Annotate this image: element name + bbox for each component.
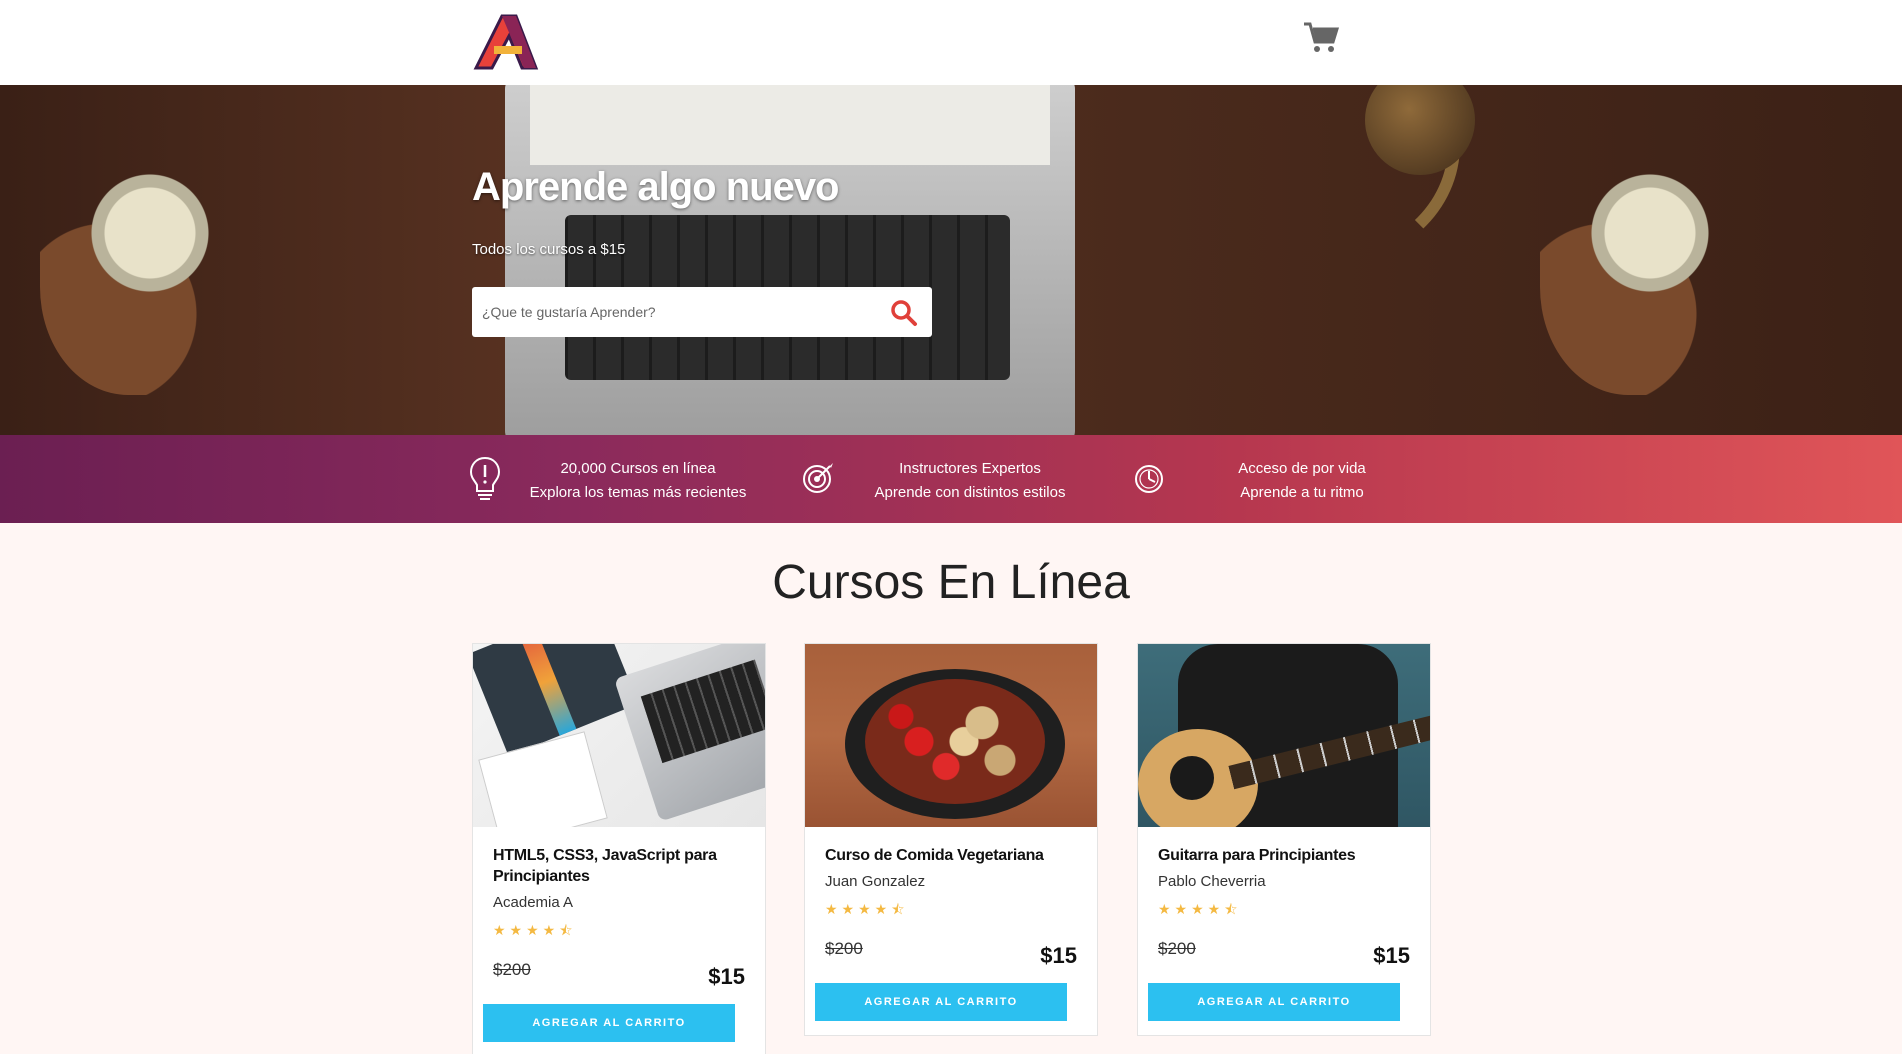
current-price: $15 bbox=[708, 964, 745, 989]
section-title: Cursos En Línea bbox=[772, 556, 1130, 609]
old-price: $200 bbox=[825, 939, 863, 958]
search-box bbox=[472, 287, 932, 337]
course-author: Academia A bbox=[493, 894, 574, 911]
academia-logo[interactable] bbox=[472, 14, 540, 70]
feature-access-line2: Aprende a tu ritmo bbox=[1240, 484, 1364, 501]
old-price: $200 bbox=[1158, 939, 1196, 958]
hero-laptop-screen bbox=[530, 85, 1050, 165]
hero-title: Aprende algo nuevo bbox=[472, 165, 839, 209]
add-to-cart-button[interactable]: AGREGAR AL CARRITO bbox=[1148, 983, 1400, 1021]
course-thumbnail-web[interactable] bbox=[473, 644, 765, 827]
notebook-shape bbox=[478, 731, 608, 827]
feature-instructors-line1: Instructores Expertos bbox=[899, 460, 1041, 477]
old-price: $200 bbox=[493, 960, 531, 979]
feature-instructors-line2: Aprende con distintos estilos bbox=[874, 484, 1066, 501]
clock-icon bbox=[1135, 465, 1163, 493]
laptop-shape bbox=[613, 644, 765, 822]
add-to-cart-button[interactable]: AGREGAR AL CARRITO bbox=[483, 1004, 735, 1042]
course-author: Juan Gonzalez bbox=[825, 873, 926, 890]
shopping-cart-icon[interactable] bbox=[1302, 20, 1340, 54]
course-author: Pablo Cheverria bbox=[1158, 873, 1266, 890]
course-title[interactable]: Guitarra para Principiantes bbox=[1158, 845, 1410, 866]
vegetables-shape bbox=[865, 679, 1045, 804]
guitar-hole-shape bbox=[1170, 756, 1214, 800]
current-price: $15 bbox=[1040, 943, 1077, 968]
course-card: Curso de Comida Vegetariana Juan Gonzale… bbox=[804, 643, 1098, 1036]
features-bar: 20,000 Cursos en línea Explora los temas… bbox=[0, 435, 1902, 523]
course-title[interactable]: Curso de Comida Vegetariana bbox=[825, 845, 1077, 866]
course-thumbnail-guitar[interactable] bbox=[1138, 644, 1430, 827]
target-icon bbox=[803, 463, 833, 493]
site-header bbox=[0, 0, 1902, 85]
lightbulb-icon bbox=[469, 456, 501, 500]
rating-stars-icon: ★★★★⯪ bbox=[493, 922, 577, 938]
feature-courses-line1: 20,000 Cursos en línea bbox=[560, 460, 716, 477]
search-icon[interactable] bbox=[890, 299, 918, 327]
add-to-cart-button[interactable]: AGREGAR AL CARRITO bbox=[815, 983, 1067, 1021]
course-title[interactable]: HTML5, CSS3, JavaScript para Principiant… bbox=[493, 845, 745, 887]
feature-access-line1: Acceso de por vida bbox=[1238, 460, 1366, 477]
rating-stars-icon: ★★★★⯪ bbox=[825, 901, 909, 917]
search-input[interactable] bbox=[472, 287, 872, 337]
hero-candle-plant-image bbox=[40, 125, 260, 395]
hero-subtitle: Todos los cursos a $15 bbox=[472, 241, 626, 258]
feature-courses-line2: Explora los temas más recientes bbox=[529, 484, 747, 501]
rating-stars-icon: ★★★★⯪ bbox=[1158, 901, 1242, 917]
course-card: Guitarra para Principiantes Pablo Chever… bbox=[1137, 643, 1431, 1036]
course-thumbnail-food[interactable] bbox=[805, 644, 1097, 827]
hero-banner: Aprende algo nuevo Todos los cursos a $1… bbox=[0, 85, 1902, 435]
hero-candle-plant-image-right bbox=[1540, 125, 1760, 395]
current-price: $15 bbox=[1373, 943, 1410, 968]
course-card: HTML5, CSS3, JavaScript para Principiant… bbox=[472, 643, 766, 1054]
